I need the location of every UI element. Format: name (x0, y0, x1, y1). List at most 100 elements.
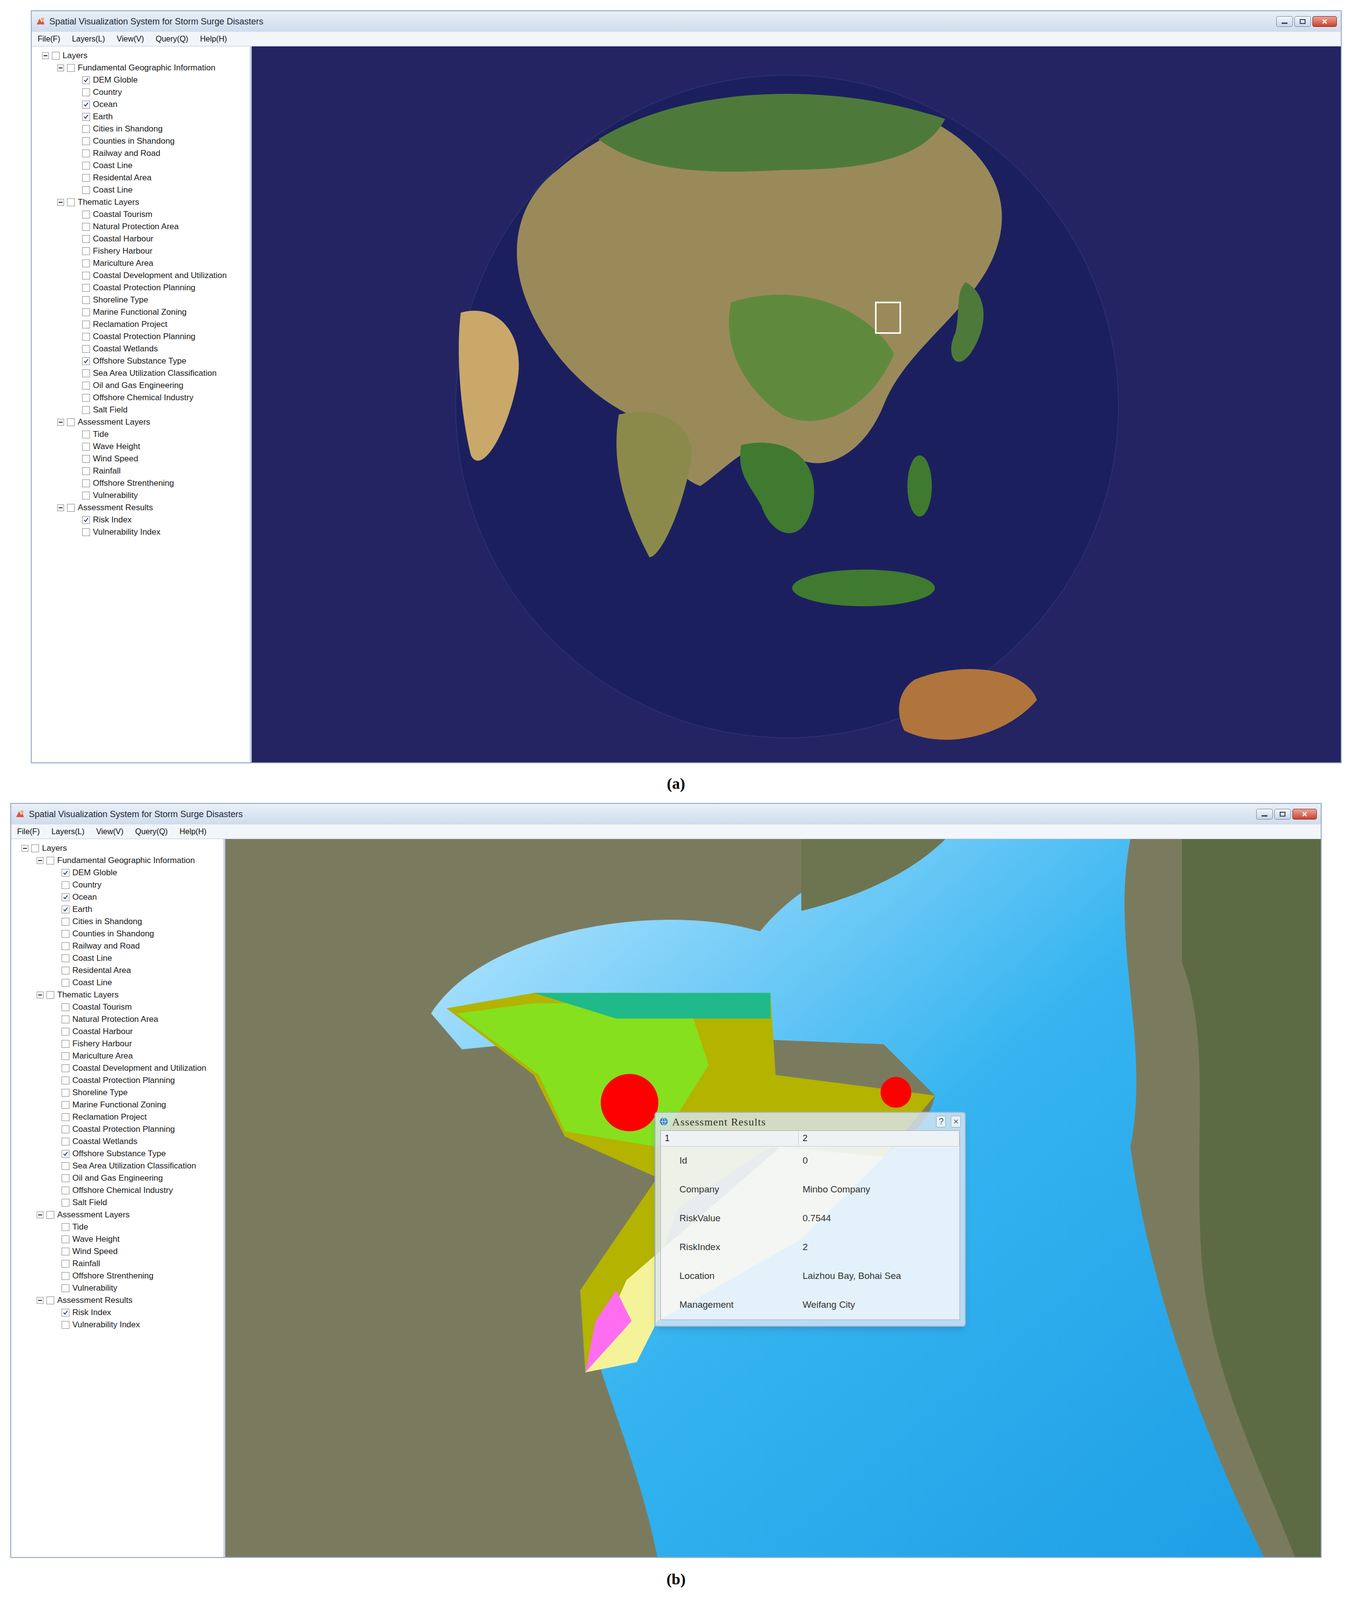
tree-row[interactable]: Offshore Chemical Industry (11, 1184, 224, 1197)
table-row[interactable]: RiskValue0.7544 (660, 1204, 960, 1234)
expand-toggle[interactable] (36, 1211, 44, 1219)
checkbox[interactable] (61, 917, 70, 926)
tree-row[interactable]: Risk Index (31, 513, 250, 526)
checkbox[interactable] (61, 1113, 70, 1122)
checkbox[interactable] (61, 954, 70, 963)
checkbox[interactable] (82, 222, 90, 231)
checkbox[interactable] (46, 1296, 55, 1305)
tree-row[interactable]: Fundamental Geographic Information (11, 854, 224, 867)
tree-row[interactable]: Vulnerability Index (31, 525, 250, 539)
checkbox[interactable] (61, 1101, 70, 1110)
tree-row[interactable]: Counties in Shandong (11, 927, 224, 940)
tree-row[interactable]: Assessment Results (11, 1294, 224, 1307)
menu-item[interactable]: Help(H) (179, 826, 207, 838)
checkbox[interactable] (61, 1052, 70, 1061)
close-button[interactable] (1292, 808, 1317, 820)
tree-row[interactable]: Offshore Strenthening (11, 1269, 224, 1283)
tree-row[interactable]: Rainfall (31, 464, 250, 478)
checkbox[interactable] (61, 1272, 70, 1281)
checkbox[interactable] (61, 1199, 70, 1207)
tree-row[interactable]: Coastal Development and Utilization (31, 269, 250, 282)
tree-row[interactable]: Layers (11, 842, 224, 855)
checkbox[interactable] (82, 76, 90, 85)
checkbox[interactable] (61, 881, 70, 890)
minimize-button[interactable] (1276, 16, 1293, 27)
checkbox[interactable] (82, 149, 90, 158)
checkbox[interactable] (82, 381, 90, 390)
tree-row[interactable]: Wave Height (31, 440, 250, 453)
checkbox[interactable] (82, 100, 90, 109)
checkbox[interactable] (61, 1137, 70, 1146)
checkbox[interactable] (82, 516, 90, 524)
tree-row[interactable]: Tide (11, 1221, 224, 1234)
tree-row[interactable]: Vulnerability (11, 1282, 224, 1295)
menu-item[interactable]: File(F) (37, 33, 61, 45)
dialog-button[interactable]: × (950, 1115, 961, 1128)
tree-row[interactable]: Assessment Layers (11, 1208, 224, 1222)
tree-row[interactable]: Mariculture Area (11, 1049, 224, 1063)
checkbox[interactable] (61, 1064, 70, 1073)
checkbox[interactable] (61, 1150, 70, 1158)
checkbox[interactable] (82, 430, 90, 439)
checkbox[interactable] (61, 1040, 70, 1048)
checkbox[interactable] (82, 174, 90, 182)
table-row[interactable]: RiskIndex2 (660, 1233, 960, 1263)
checkbox[interactable] (82, 186, 90, 195)
checkbox[interactable] (82, 283, 90, 292)
checkbox[interactable] (82, 308, 90, 317)
checkbox[interactable] (82, 528, 90, 537)
checkbox[interactable] (82, 345, 90, 353)
tree-row[interactable]: Coastal Protection Planning (31, 330, 250, 343)
tree-row[interactable]: Sea Area Utilization Classification (31, 367, 250, 380)
tree-row[interactable]: Mariculture Area (31, 257, 250, 270)
checkbox[interactable] (82, 467, 90, 476)
tree-row[interactable]: Ocean (31, 98, 250, 111)
checkbox[interactable] (61, 1260, 70, 1268)
menu-item[interactable]: Query(Q) (155, 33, 189, 45)
checkbox[interactable] (82, 479, 90, 488)
tree-row[interactable]: Counties in Shandong (31, 134, 250, 148)
tree-row[interactable]: Fundamental Geographic Information (31, 61, 250, 74)
checkbox[interactable] (61, 905, 70, 914)
tree-row[interactable]: Offshore Strenthening (31, 477, 250, 490)
checkbox[interactable] (82, 320, 90, 329)
checkbox[interactable] (82, 125, 90, 133)
tree-row[interactable]: Salt Field (11, 1196, 224, 1209)
tree-row[interactable]: Coastal Wetlands (11, 1135, 224, 1148)
tree-row[interactable]: Coastal Development and Utilization (11, 1062, 224, 1075)
tree-row[interactable]: Marine Functional Zoning (11, 1098, 224, 1112)
tree-row[interactable]: Residental Area (31, 171, 250, 184)
tree-row[interactable]: Thematic Layers (11, 988, 224, 1002)
checkbox[interactable] (61, 1003, 70, 1012)
checkbox[interactable] (61, 1321, 70, 1330)
checkbox[interactable] (61, 1027, 70, 1036)
tree-row[interactable]: Marine Functional Zoning (31, 305, 250, 319)
expand-toggle[interactable] (57, 418, 65, 426)
menu-item[interactable]: View(V) (96, 826, 124, 838)
tree-row[interactable]: Oil and Gas Engineering (31, 379, 250, 392)
expand-toggle[interactable] (36, 991, 44, 999)
checkbox[interactable] (66, 418, 75, 427)
checkbox[interactable] (82, 455, 90, 463)
tree-row[interactable]: Cities in Shandong (31, 122, 250, 135)
tree-row[interactable]: Coastal Protection Planning (31, 281, 250, 294)
checkbox[interactable] (82, 369, 90, 378)
tree-row[interactable]: Coastal Protection Planning (11, 1123, 224, 1136)
expand-toggle[interactable] (57, 198, 65, 206)
tree-row[interactable]: Vulnerability Index (11, 1318, 224, 1331)
tree-row[interactable]: Offshore Substance Type (11, 1147, 224, 1160)
table-row[interactable]: ManagementWeifang City (660, 1290, 960, 1320)
tree-row[interactable]: Country (31, 86, 250, 99)
minimize-button[interactable] (1256, 808, 1273, 820)
checkbox[interactable] (82, 88, 90, 97)
expand-toggle[interactable] (42, 52, 49, 60)
checkbox[interactable] (46, 856, 55, 865)
checkbox[interactable] (82, 247, 90, 256)
checkbox[interactable] (46, 1211, 55, 1220)
checkbox[interactable] (66, 503, 75, 512)
assessment-dialog[interactable]: Assessment Results?×12Id0CompanyMinbo Co… (654, 1112, 966, 1328)
checkbox[interactable] (66, 64, 75, 72)
tree-row[interactable]: Thematic Layers (31, 196, 250, 209)
tree-row[interactable]: Risk Index (11, 1306, 224, 1319)
table-row[interactable]: Id0 (660, 1146, 960, 1176)
